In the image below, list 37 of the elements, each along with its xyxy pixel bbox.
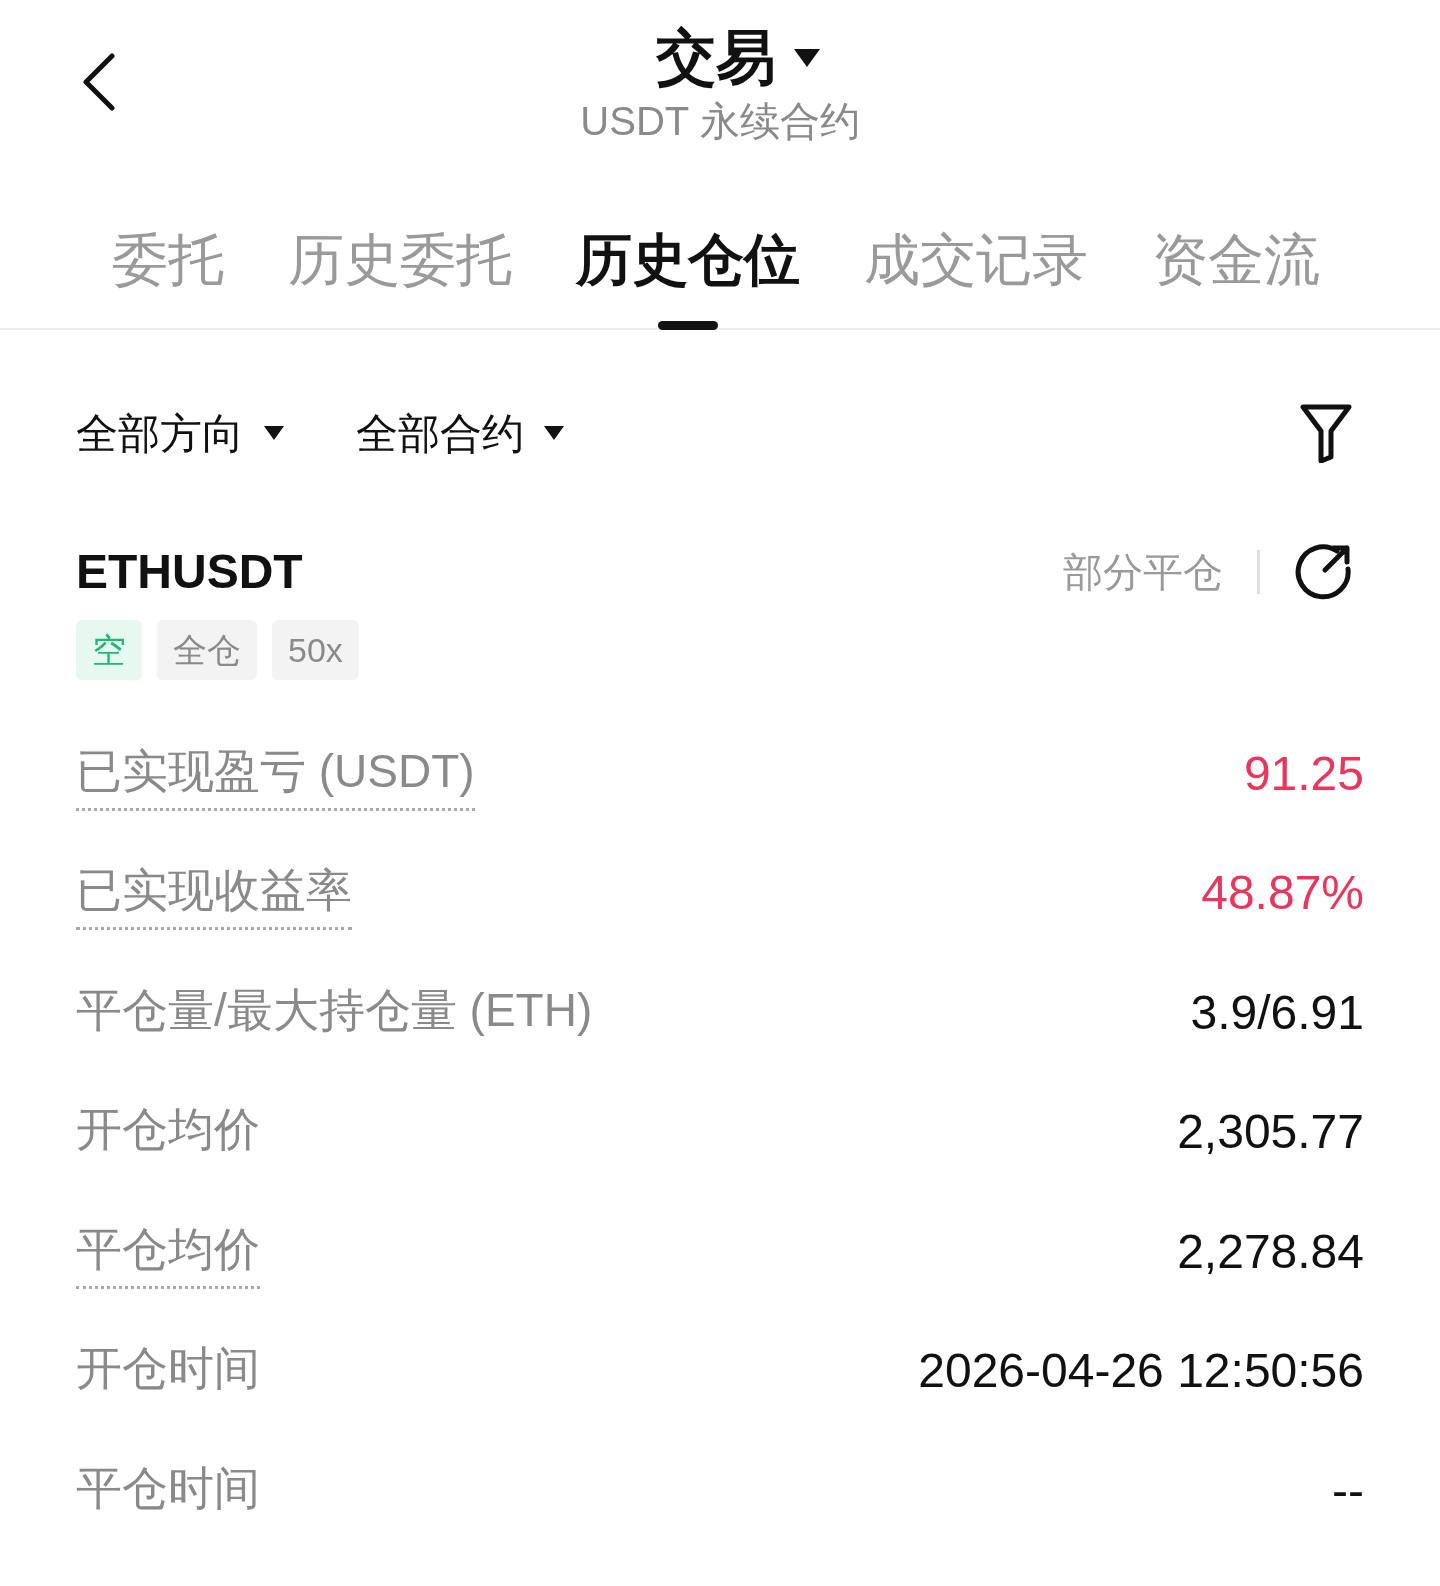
field-label: 平仓时间 <box>76 1460 260 1516</box>
filter-dropdown[interactable]: 全部方向 <box>76 401 284 465</box>
tab[interactable]: 历史仓位 <box>576 190 800 330</box>
field-label[interactable]: 已实现盈亏 (USDT) <box>76 736 475 811</box>
share-icon <box>1295 543 1353 601</box>
status-label: 部分平仓 <box>1063 549 1223 596</box>
field-label: 开仓均价 <box>76 1102 260 1158</box>
tag: 全仓 <box>157 620 257 680</box>
tag: 空 <box>76 620 142 680</box>
field-value: 48.87% <box>1201 865 1364 922</box>
tab[interactable]: 资金流 <box>1152 190 1320 330</box>
field-value: 2,305.77 <box>1177 1104 1364 1161</box>
tab[interactable]: 历史委托 <box>288 190 512 330</box>
field-value: 3.9/6.91 <box>1190 984 1364 1041</box>
tag: 50x <box>272 620 359 680</box>
field-value: 91.25 <box>1243 745 1364 802</box>
tab[interactable]: 成交记录 <box>864 190 1088 330</box>
field-label: 开仓时间 <box>76 1341 260 1397</box>
caret-icon <box>264 426 284 440</box>
back-icon <box>80 53 116 111</box>
subtitle: USDT 永续合约 <box>580 98 860 145</box>
tab[interactable]: 委托 <box>112 190 224 330</box>
field-value: 2026-04-26 12:50:56 <box>918 1343 1364 1400</box>
tab-indicator <box>658 321 718 330</box>
field-value: -- <box>1332 1462 1364 1519</box>
field-value: 2,278.84 <box>1177 1223 1364 1280</box>
symbol: ETHUSDT <box>76 544 304 600</box>
title-dropdown[interactable]: 交易 <box>620 22 820 94</box>
field-label[interactable]: 已实现收益率 <box>76 856 352 931</box>
filter-icon <box>1299 403 1353 463</box>
field-label: 平仓量/最大持仓量 (ETH) <box>76 982 593 1038</box>
caret-icon <box>794 49 820 67</box>
caret-icon <box>544 426 564 440</box>
filter-dropdown[interactable]: 全部合约 <box>356 401 564 465</box>
page-title: 交易 <box>656 23 776 93</box>
share-button[interactable] <box>1294 542 1354 602</box>
field-label[interactable]: 平仓均价 <box>76 1214 260 1289</box>
